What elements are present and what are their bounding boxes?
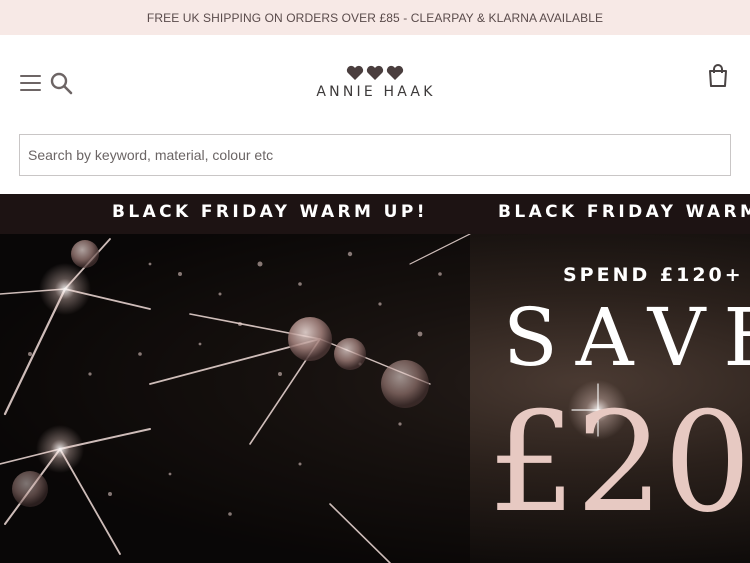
marquee-text: BLACK FRIDAY WARM UP! <box>112 202 428 222</box>
shopping-bag-icon[interactable] <box>707 64 729 88</box>
hero-kicker: SPEND £120+ <box>563 264 744 286</box>
hero-headline: SAVE <box>503 291 750 384</box>
logo-text: ANNIE HAAK <box>316 84 436 100</box>
marquee-text: BLACK FRIDAY WARM UP! <box>498 202 750 222</box>
promo-text: FREE UK SHIPPING ON ORDERS OVER £85 - CL… <box>146 10 604 25</box>
marquee-banner: BLACK FRIDAY WARM UP! BLACK FRIDAY WARM … <box>0 194 750 234</box>
search-icon[interactable] <box>49 71 73 95</box>
hamburger-menu-icon[interactable] <box>20 74 42 92</box>
site-header: ANNIE HAAK <box>0 35 750 133</box>
three-hearts-logo-icon <box>346 65 404 81</box>
hero-amount: £20 <box>488 382 750 543</box>
hero-banner[interactable]: SPEND £120+ SAVE £20 <box>0 234 750 563</box>
promo-bar: FREE UK SHIPPING ON ORDERS OVER £85 - CL… <box>0 0 750 35</box>
search-input[interactable] <box>19 134 731 176</box>
site-logo[interactable]: ANNIE HAAK <box>296 63 456 105</box>
